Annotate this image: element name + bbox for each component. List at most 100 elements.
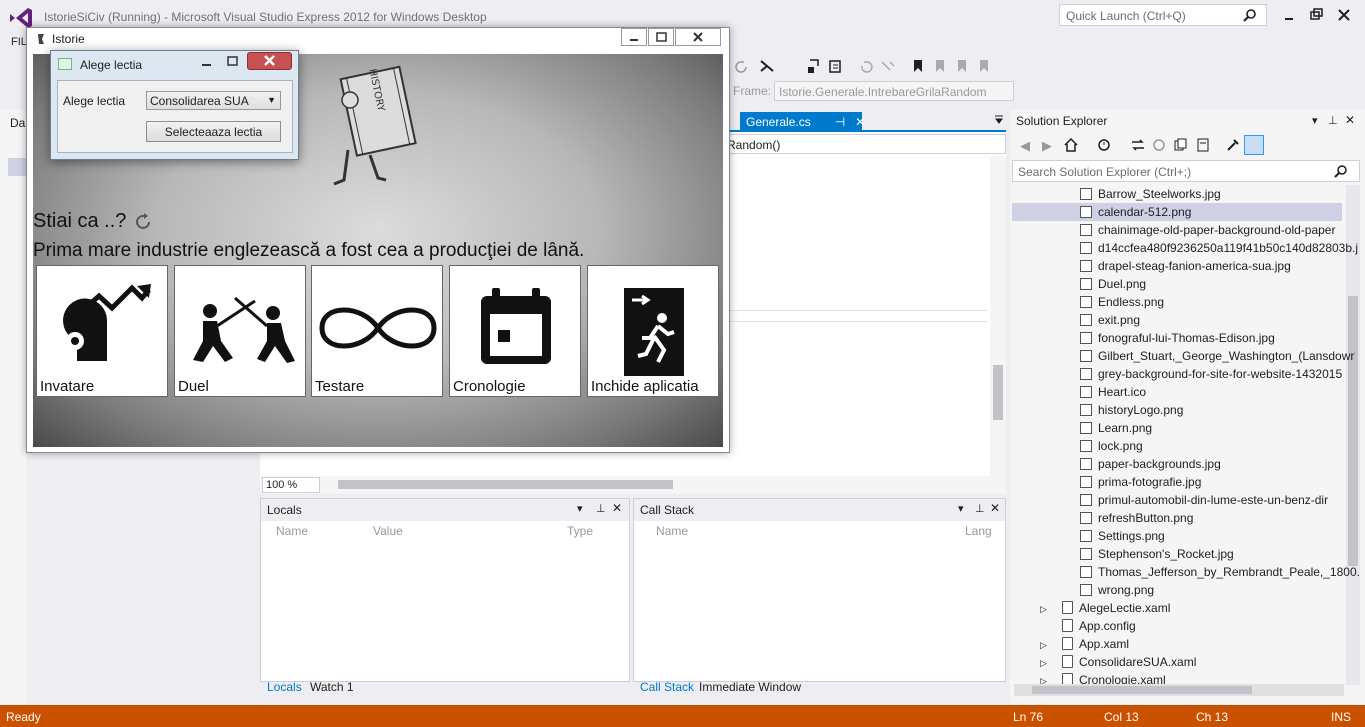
locals-dropdown-icon[interactable]: ▾ bbox=[577, 502, 583, 515]
tab-immediate[interactable]: Immediate Window bbox=[699, 680, 801, 700]
locals-close-icon[interactable]: ✕ bbox=[612, 501, 622, 515]
sol-file-item[interactable]: calendar-512.png bbox=[1080, 205, 1191, 223]
app-minimize-button[interactable] bbox=[621, 28, 647, 46]
tab-locals[interactable]: Locals bbox=[267, 680, 302, 700]
prev-bookmark-icon[interactable] bbox=[932, 58, 948, 74]
sol-project-item[interactable]: App.config bbox=[1040, 619, 1136, 637]
sol-file-item[interactable]: paper-backgrounds.jpg bbox=[1080, 457, 1221, 475]
sol-pin-icon[interactable]: ⊥ bbox=[1328, 114, 1338, 127]
callstack-pin-icon[interactable]: ⊥ bbox=[975, 502, 985, 515]
show-all-files-icon[interactable] bbox=[1195, 137, 1211, 153]
sol-file-item[interactable]: primul-automobil-din-lume-este-un-benz-d… bbox=[1080, 493, 1328, 511]
hscroll-thumb[interactable] bbox=[338, 480, 673, 489]
sol-close-icon[interactable]: ✕ bbox=[1345, 113, 1355, 127]
back-icon[interactable]: ◀ bbox=[1020, 138, 1030, 154]
sol-file-item[interactable]: Endless.png bbox=[1080, 295, 1164, 313]
member-combo[interactable]: Random() bbox=[720, 134, 1006, 154]
sol-file-item[interactable]: drapel-steag-fanion-america-sua.jpg bbox=[1080, 259, 1291, 277]
sol-hscroll-thumb[interactable] bbox=[1032, 686, 1252, 694]
dialog-close-button[interactable] bbox=[247, 52, 292, 70]
refresh-fact-icon[interactable] bbox=[134, 212, 154, 232]
comment-icon[interactable] bbox=[880, 58, 896, 74]
expand-icon[interactable]: ▷ bbox=[1040, 658, 1062, 669]
next-bookmark-icon[interactable] bbox=[954, 58, 970, 74]
sol-file-item[interactable]: chainimage-old-paper-background-old-pape… bbox=[1080, 223, 1335, 241]
preview-selected-icon[interactable] bbox=[1244, 135, 1264, 155]
frame-combo[interactable]: Istorie.Generale.IntrebareGrilaRandom bbox=[774, 81, 1014, 101]
refresh-icon[interactable] bbox=[1151, 137, 1167, 153]
sol-file-item[interactable]: Stephenson's_Rocket.jpg bbox=[1080, 547, 1234, 565]
sol-project-item[interactable]: ▷ AlegeLectie.xaml bbox=[1040, 601, 1170, 619]
tile-invatare[interactable]: Invatare bbox=[36, 265, 168, 397]
sol-file-item[interactable]: refreshButton.png bbox=[1080, 511, 1193, 529]
collapse-all-icon[interactable] bbox=[1173, 137, 1189, 153]
sol-file-item[interactable]: Learn.png bbox=[1080, 421, 1152, 439]
tab-watch1[interactable]: Watch 1 bbox=[310, 680, 354, 700]
callstack-col-name[interactable]: Name bbox=[656, 524, 688, 538]
step-into-icon[interactable] bbox=[806, 58, 822, 74]
tile-cronologie[interactable]: Cronologie bbox=[449, 265, 581, 397]
bookmark-icon[interactable] bbox=[910, 58, 926, 74]
editor-vscrollbar[interactable] bbox=[990, 156, 1006, 476]
sync-icon[interactable] bbox=[1130, 137, 1146, 153]
tile-inchide-aplicatia[interactable]: Inchide aplicatia bbox=[587, 265, 719, 397]
callstack-dropdown-icon[interactable]: ▾ bbox=[958, 502, 964, 515]
callstack-col-lang[interactable]: Lang bbox=[965, 524, 992, 538]
close-button[interactable] bbox=[1334, 6, 1354, 24]
history-icon[interactable] bbox=[1096, 137, 1112, 153]
sol-project-item[interactable]: ▷ ConsolidareSUA.xaml bbox=[1040, 655, 1196, 673]
sol-project-item[interactable]: ▷ App.xaml bbox=[1040, 637, 1129, 655]
tab-callstack[interactable]: Call Stack bbox=[640, 680, 694, 700]
sol-file-item[interactable]: wrong.png bbox=[1080, 583, 1154, 601]
sol-file-item[interactable]: grey-background-for-site-for-website-143… bbox=[1080, 367, 1342, 385]
properties-icon[interactable] bbox=[1225, 137, 1241, 153]
sol-file-item[interactable]: Heart.ico bbox=[1080, 385, 1146, 403]
sol-file-item[interactable]: Settings.png bbox=[1080, 529, 1165, 547]
sol-file-item[interactable]: lock.png bbox=[1080, 439, 1143, 457]
home-icon[interactable] bbox=[1063, 137, 1079, 153]
forward-icon[interactable]: ▶ bbox=[1042, 138, 1052, 154]
sol-file-item[interactable]: Barrow_Steelworks.jpg bbox=[1080, 187, 1221, 205]
dialog-maximize-button[interactable] bbox=[220, 53, 245, 70]
scroll-thumb[interactable] bbox=[993, 365, 1003, 420]
locals-pin-icon[interactable]: ⊥ bbox=[596, 502, 606, 515]
sol-file-item[interactable]: Gilbert_Stuart,_George_Washington_(Lansd… bbox=[1080, 349, 1354, 367]
menu-file[interactable]: FIL bbox=[11, 36, 27, 48]
locals-col-type[interactable]: Type bbox=[567, 524, 593, 538]
redo-icon[interactable] bbox=[734, 58, 750, 74]
breakpoints-icon[interactable] bbox=[759, 58, 775, 74]
lesson-combo[interactable]: Consolidarea SUA ▼ bbox=[146, 91, 281, 110]
step-over-icon[interactable] bbox=[828, 58, 844, 74]
quick-launch-input[interactable]: Quick Launch (Ctrl+Q) bbox=[1059, 4, 1267, 26]
expand-icon[interactable]: ▷ bbox=[1040, 604, 1062, 615]
close-icon[interactable]: ✕ bbox=[855, 115, 865, 129]
sol-scroll-thumb[interactable] bbox=[1348, 296, 1358, 566]
undo-icon[interactable] bbox=[858, 58, 874, 74]
zoom-combo[interactable]: 100 % bbox=[262, 477, 320, 493]
sol-file-item[interactable]: exit.png bbox=[1080, 313, 1140, 331]
select-lesson-button[interactable]: Selecteaaza lectia bbox=[146, 121, 281, 142]
restore-button[interactable] bbox=[1306, 6, 1326, 24]
tab-overflow-icon[interactable] bbox=[994, 114, 1004, 124]
callstack-close-icon[interactable]: ✕ bbox=[990, 501, 1000, 515]
sol-file-item[interactable]: historyLogo.png bbox=[1080, 403, 1183, 421]
minimize-button[interactable] bbox=[1279, 6, 1299, 24]
tile-duel[interactable]: Duel bbox=[174, 265, 306, 397]
app-maximize-button[interactable] bbox=[648, 28, 674, 46]
sol-file-item[interactable]: prima-fotografie.jpg bbox=[1080, 475, 1201, 493]
expand-icon[interactable]: ▷ bbox=[1040, 640, 1062, 651]
tile-testare[interactable]: Testare bbox=[311, 265, 443, 397]
pin-icon[interactable]: ⊣ bbox=[835, 115, 845, 129]
tab-generale-cs[interactable]: Generale.cs ⊣ ✕ bbox=[740, 112, 865, 132]
solution-search-input[interactable]: Search Solution Explorer (Ctrl+;) bbox=[1012, 160, 1360, 182]
sol-file-item[interactable]: d14ccfea480f9236250a119f41b50c140d82803b… bbox=[1080, 241, 1358, 259]
sol-file-item[interactable]: Thomas_Jefferson_by_Rembrandt_Peale,_180… bbox=[1080, 565, 1360, 583]
clear-bookmarks-icon[interactable] bbox=[976, 58, 992, 74]
sol-dropdown-icon[interactable]: ▾ bbox=[1312, 114, 1318, 127]
dialog-minimize-button[interactable] bbox=[194, 53, 219, 70]
locals-col-name[interactable]: Name bbox=[276, 524, 308, 538]
locals-col-value[interactable]: Value bbox=[373, 524, 403, 538]
sol-file-item[interactable]: Duel.png bbox=[1080, 277, 1146, 295]
sol-file-item[interactable]: fonograful-lui-Thomas-Edison.jpg bbox=[1080, 331, 1275, 349]
app-close-button[interactable] bbox=[675, 28, 721, 46]
